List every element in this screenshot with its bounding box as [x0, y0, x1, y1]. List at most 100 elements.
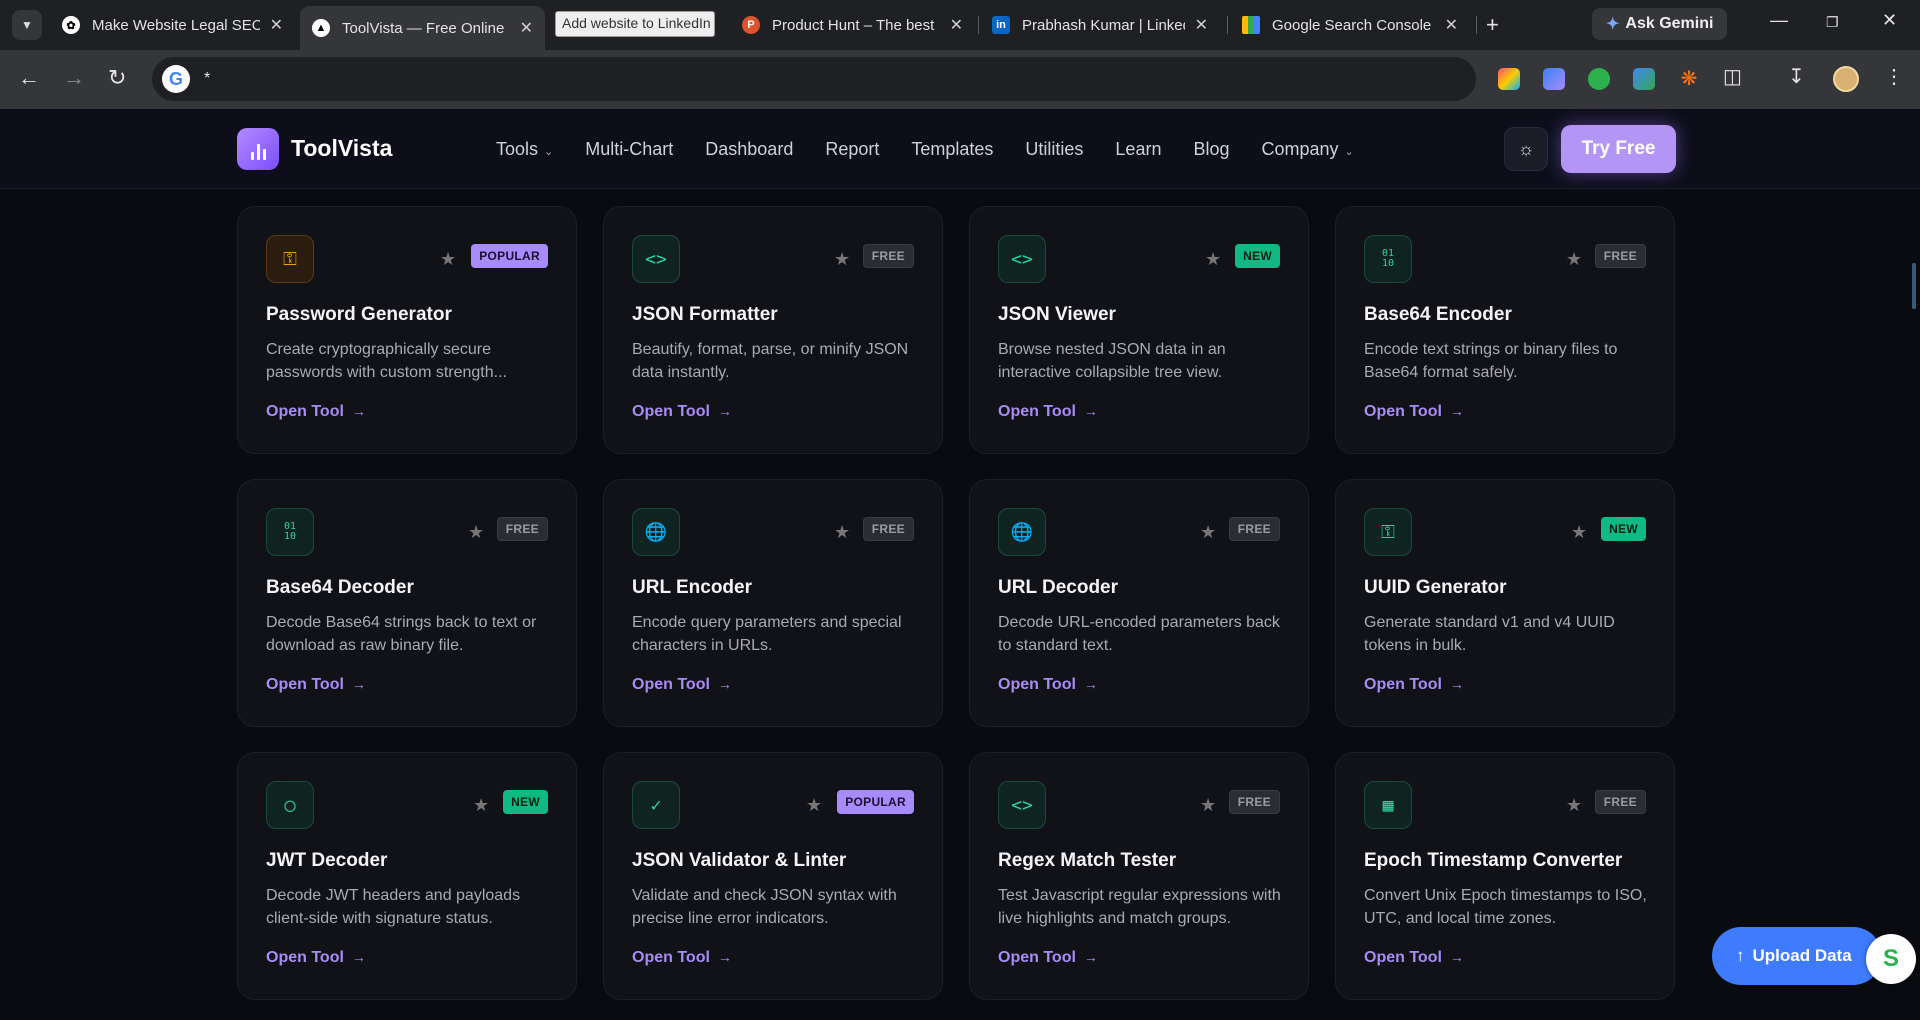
tool-description: Create cryptographically secure password… [266, 341, 507, 381]
arrow-right-icon: → [717, 676, 732, 692]
open-tool-link[interactable]: Open Tool → [998, 676, 1098, 694]
extension-icon[interactable] [1543, 68, 1565, 90]
status-badge: FREE [1594, 244, 1646, 268]
open-tool-link[interactable]: Open Tool → [1364, 676, 1464, 694]
forward-icon[interactable]: → [63, 65, 85, 91]
tab-title: Product Hunt – The best [772, 16, 935, 34]
nav-company[interactable]: Company ⌄ [1262, 139, 1354, 160]
status-badge: FREE [1594, 790, 1646, 814]
close-icon[interactable]: ✕ [520, 18, 533, 38]
tool-card[interactable]: <> ★ NEW JSON Viewer Browse nested JSON data… [969, 206, 1309, 454]
tab-tooltip: Add website to LinkedIn [555, 11, 715, 37]
arrow-right-icon: → [717, 949, 732, 965]
open-tool-link[interactable]: Open Tool → [632, 403, 732, 421]
tool-card[interactable]: ⚿ ★ NEW UUID Generator Generate standard v1 … [1335, 479, 1675, 727]
tab-producthunt[interactable]: P Product Hunt – The best ✕ [730, 6, 975, 44]
open-tool-link[interactable]: Open Tool → [1364, 949, 1464, 967]
close-icon[interactable]: ✕ [1195, 15, 1208, 35]
key-icon: ⚿ [1364, 508, 1412, 556]
extension-floating-icon[interactable]: S [1866, 934, 1916, 984]
nav-multi-chart[interactable]: Multi-Chart [585, 139, 673, 160]
tool-card[interactable]: ✓ ★ POPULAR JSON Validator & Linter Validate… [603, 752, 943, 1000]
tab-search-console[interactable]: Google Search Console ✕ [1230, 6, 1470, 44]
nav-utilities[interactable]: Utilities [1025, 139, 1083, 160]
tool-title: JWT Decoder [266, 850, 388, 871]
star-icon[interactable]: ★ [1200, 522, 1216, 543]
close-icon[interactable]: ✕ [1445, 15, 1458, 35]
star-icon[interactable]: ★ [806, 795, 822, 816]
tab-search-button[interactable]: ▼ [12, 10, 42, 40]
scrollbar[interactable] [1912, 263, 1916, 309]
star-icon[interactable]: ★ [1566, 249, 1582, 270]
restore-icon[interactable]: ❐ [1826, 14, 1839, 31]
tool-card[interactable]: ⚿ ★ POPULAR Password Generator Create crypto… [237, 206, 577, 454]
extension-icon[interactable] [1588, 68, 1610, 90]
extension-icon[interactable] [1498, 68, 1520, 90]
star-icon[interactable]: ★ [1571, 522, 1587, 543]
tab-toolvista[interactable]: ▲ ToolVista — Free Online ✕ [300, 6, 545, 50]
logo-icon[interactable] [237, 128, 279, 170]
star-icon[interactable]: ★ [834, 522, 850, 543]
star-icon[interactable]: ★ [834, 249, 850, 270]
close-icon[interactable]: ✕ [950, 15, 963, 35]
star-icon[interactable]: ★ [1205, 249, 1221, 270]
nav-report[interactable]: Report [825, 139, 879, 160]
download-icon[interactable]: ↧ [1788, 64, 1805, 89]
tool-card[interactable]: <> ★ FREE JSON Formatter Beautify, format, p… [603, 206, 943, 454]
new-tab-button[interactable]: + [1486, 12, 1499, 38]
address-bar[interactable]: G * [152, 57, 1476, 101]
open-tool-link[interactable]: Open Tool → [632, 949, 732, 967]
window-close-icon[interactable]: ✕ [1882, 10, 1897, 31]
avatar[interactable] [1833, 66, 1859, 92]
open-tool-link[interactable]: Open Tool → [266, 676, 366, 694]
star-icon[interactable]: ★ [1566, 795, 1582, 816]
tool-card[interactable]: 🌐 ★ FREE URL Encoder Encode query parameters… [603, 479, 943, 727]
tool-title: UUID Generator [1364, 577, 1507, 598]
open-tool-link[interactable]: Open Tool → [632, 676, 732, 694]
arrow-right-icon: → [1449, 676, 1464, 692]
nav-tools[interactable]: Tools ⌄ [496, 139, 553, 160]
star-icon[interactable]: ★ [440, 249, 456, 270]
open-tool-link[interactable]: Open Tool → [998, 403, 1098, 421]
tab-linkedin[interactable]: in Prabhash Kumar | Linked ✕ [980, 6, 1220, 44]
open-tool-label: Open Tool [1364, 949, 1442, 966]
tool-card[interactable]: 01 10 ★ FREE Base64 Decoder Decode Base64 str… [237, 479, 577, 727]
ask-gemini-button[interactable]: ✦ Ask Gemini [1592, 8, 1728, 40]
tool-card[interactable]: ◯ ★ NEW JWT Decoder Decode JWT headers and p… [237, 752, 577, 1000]
extension-icon[interactable] [1633, 68, 1655, 90]
nav-templates[interactable]: Templates [911, 139, 993, 160]
tool-title: JSON Validator & Linter [632, 850, 847, 871]
tool-card[interactable]: 🌐 ★ FREE URL Decoder Decode URL-encoded para… [969, 479, 1309, 727]
nav-dashboard[interactable]: Dashboard [705, 139, 793, 160]
star-icon[interactable]: ★ [468, 522, 484, 543]
tool-card[interactable]: ▦ ★ FREE Epoch Timestamp Converter Convert U… [1335, 752, 1675, 1000]
tool-card[interactable]: 01 10 ★ FREE Base64 Encoder Encode text strin… [1335, 206, 1675, 454]
open-tool-link[interactable]: Open Tool → [266, 949, 366, 967]
open-tool-link[interactable]: Open Tool → [266, 403, 366, 421]
tab-title: Google Search Console [1272, 16, 1432, 34]
nav-blog[interactable]: Blog [1193, 139, 1229, 160]
chevron-down-icon: ⌄ [1344, 146, 1354, 158]
menu-icon[interactable]: ⋮ [1884, 64, 1904, 89]
tab-chatgpt[interactable]: ✿ Make Website Legal SEO ✕ [50, 6, 295, 44]
puzzle-icon[interactable]: ◫ [1723, 64, 1742, 89]
open-tool-link[interactable]: Open Tool → [1364, 403, 1464, 421]
upload-data-button[interactable]: ↑ Upload Data [1712, 927, 1882, 985]
minimize-icon[interactable]: — [1770, 10, 1788, 31]
star-icon[interactable]: ★ [1200, 795, 1216, 816]
theme-toggle-button[interactable]: ☼ [1504, 127, 1548, 171]
reload-icon[interactable]: ↻ [108, 65, 126, 91]
try-free-button[interactable]: Try Free [1561, 125, 1676, 173]
brand-name[interactable]: ToolVista [291, 135, 392, 162]
nav-learn[interactable]: Learn [1115, 139, 1161, 160]
back-icon[interactable]: ← [18, 65, 40, 91]
chatgpt-icon: ✿ [62, 16, 80, 34]
address-text[interactable]: * [204, 70, 210, 88]
open-tool-label: Open Tool [632, 949, 710, 966]
extension-icon[interactable]: ❋ [1678, 68, 1700, 90]
open-tool-link[interactable]: Open Tool → [998, 949, 1098, 967]
arrow-right-icon: → [1449, 403, 1464, 419]
star-icon[interactable]: ★ [473, 795, 489, 816]
tool-card[interactable]: <> ★ FREE Regex Match Tester Test Javascript… [969, 752, 1309, 1000]
close-icon[interactable]: ✕ [270, 15, 283, 35]
